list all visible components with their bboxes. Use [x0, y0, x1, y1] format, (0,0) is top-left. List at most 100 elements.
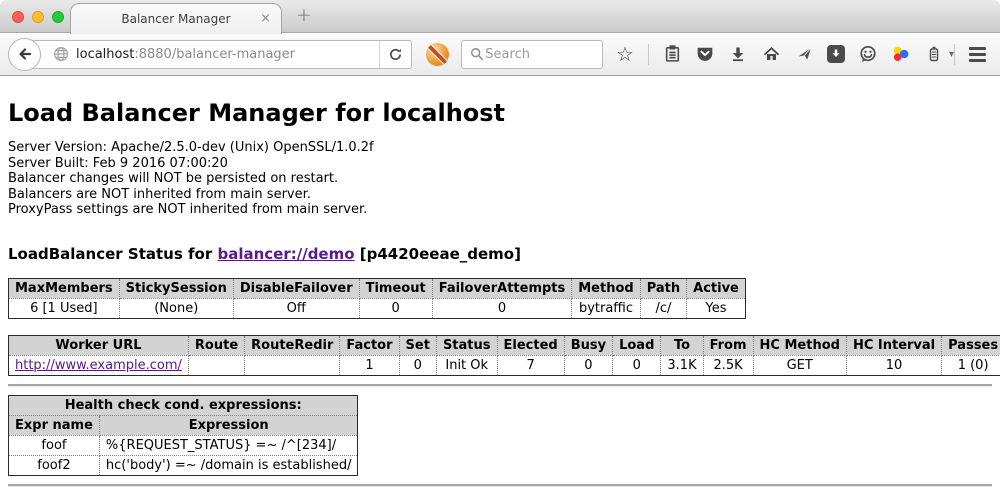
traffic-lights: [12, 11, 64, 23]
cell-timeout: 0: [359, 298, 432, 318]
cell-set: 0: [399, 355, 436, 375]
emoji-extension-icon[interactable]: [858, 44, 878, 64]
col-header: To: [661, 335, 703, 355]
col-header: RouteRedir: [245, 335, 340, 355]
battery-extension-icon[interactable]: [924, 44, 944, 64]
new-tab-button[interactable]: +: [296, 4, 312, 26]
page-content: Load Balancer Manager for localhost Serv…: [0, 76, 1000, 486]
notice-line: Balancers are NOT inherited from main se…: [8, 187, 992, 203]
cell-method: bytraffic: [572, 298, 640, 318]
cell-busy: 0: [564, 355, 612, 375]
cell-expr-name: foof2: [9, 455, 100, 475]
browser-window: Balancer Manager × + localhost:8880/bala…: [0, 0, 1000, 491]
col-header: Active: [687, 278, 746, 298]
toolbar-separator: [954, 44, 955, 65]
table-header-row: MaxMembers StickySession DisableFailover…: [9, 278, 746, 298]
flashblock-extension-button[interactable]: [426, 43, 449, 66]
search-bar[interactable]: [461, 40, 603, 69]
cell-factor: 1: [340, 355, 399, 375]
balancer-link[interactable]: balancer://demo: [217, 245, 354, 263]
cell-expression: %{REQUEST_STATUS} =~ /^[234]/: [99, 435, 358, 455]
bookmark-star-icon[interactable]: ☆: [615, 44, 635, 64]
balancer-status-heading: LoadBalancer Status for balancer://demo …: [8, 245, 992, 263]
pocket-icon[interactable]: [695, 44, 715, 64]
back-button[interactable]: [8, 38, 41, 71]
col-header: Factor: [340, 335, 399, 355]
cell-from: 2.5K: [703, 355, 753, 375]
site-identity-globe-icon[interactable]: [53, 46, 69, 62]
minimize-window-button[interactable]: [32, 11, 44, 23]
worker-url-link[interactable]: http://www.example.com/: [15, 358, 182, 373]
download-extension-icon[interactable]: [827, 45, 845, 63]
server-version-line: Server Version: Apache/2.5.0-dev (Unix) …: [8, 140, 992, 156]
server-info: Server Version: Apache/2.5.0-dev (Unix) …: [8, 140, 992, 218]
cell-expression: hc('body') =~ /domain is established/: [99, 455, 358, 475]
url-bar[interactable]: localhost:8880/balancer-manager: [24, 40, 412, 69]
zoom-window-button[interactable]: [52, 11, 64, 23]
col-header: HC Method: [753, 335, 846, 355]
back-arrow-icon: [17, 46, 33, 62]
send-plane-icon[interactable]: [794, 44, 814, 64]
col-header: Status: [436, 335, 497, 355]
col-header: Path: [640, 278, 686, 298]
horizontal-rule: [8, 484, 992, 486]
table-row: foof2 hc('body') =~ /domain is establish…: [9, 455, 358, 475]
home-icon[interactable]: [761, 44, 781, 64]
table-row: foof %{REQUEST_STATUS} =~ /^[234]/: [9, 435, 358, 455]
tab-title: Balancer Manager: [121, 12, 230, 26]
cell-path: /c/: [640, 298, 686, 318]
col-header: From: [703, 335, 753, 355]
col-header: Timeout: [359, 278, 432, 298]
col-header: DisableFailover: [233, 278, 359, 298]
notice-line: ProxyPass settings are NOT inherited fro…: [8, 202, 992, 218]
balancer-settings-table: MaxMembers StickySession DisableFailover…: [8, 278, 746, 319]
col-header: Passes: [942, 335, 1000, 355]
cell-hc-interval: 10: [846, 355, 941, 375]
titlebar: Balancer Manager × +: [0, 0, 1000, 33]
cell-active: Yes: [687, 298, 746, 318]
cell-expr-name: foof: [9, 435, 100, 455]
col-header: Busy: [564, 335, 612, 355]
cell-passes: 1 (0): [942, 355, 1000, 375]
notice-line: Balancer changes will NOT be persisted o…: [8, 171, 992, 187]
table-row: 6 [1 Used] (None) Off 0 0 bytraffic /c/ …: [9, 298, 746, 318]
toolbar-icons: ☆: [615, 44, 954, 65]
navigation-toolbar: localhost:8880/balancer-manager ☆: [0, 33, 1000, 76]
table-title-row: Health check cond. expressions:: [9, 395, 358, 415]
search-icon: [468, 44, 485, 64]
col-header: Expr name: [9, 415, 100, 435]
close-window-button[interactable]: [12, 11, 24, 23]
menu-button[interactable]: [969, 47, 986, 62]
cell-routeredir: [245, 355, 340, 375]
cell-load: 0: [613, 355, 661, 375]
bookmarks-menu-icon[interactable]: [662, 44, 682, 64]
table-header-row: Expr name Expression: [9, 415, 358, 435]
col-header: FailoverAttempts: [432, 278, 572, 298]
video-downloadhelper-icon[interactable]: [891, 44, 911, 64]
cell-stickysession: (None): [119, 298, 233, 318]
col-header: Expression: [99, 415, 358, 435]
table-header-row: Worker URL Route RouteRedir Factor Set S…: [9, 335, 1000, 355]
col-header: StickySession: [119, 278, 233, 298]
cell-to: 3.1K: [661, 355, 703, 375]
cell-elected: 7: [497, 355, 564, 375]
cell-maxmembers: 6 [1 Used]: [9, 298, 120, 318]
col-header: Load: [613, 335, 661, 355]
health-table-title: Health check cond. expressions:: [9, 395, 358, 415]
downloads-icon[interactable]: [728, 44, 748, 64]
col-header: Set: [399, 335, 436, 355]
col-header: MaxMembers: [9, 278, 120, 298]
cell-hc-method: GET: [753, 355, 846, 375]
flashblock-icon: [426, 43, 449, 66]
col-header: Elected: [497, 335, 564, 355]
reload-button[interactable]: [379, 41, 411, 68]
col-header: Method: [572, 278, 640, 298]
page-title: Load Balancer Manager for localhost: [8, 76, 992, 127]
url-path: :8880/balancer-manager: [134, 47, 295, 62]
browser-tab[interactable]: Balancer Manager ×: [70, 3, 282, 34]
search-input[interactable]: [485, 47, 596, 62]
url-domain: localhost: [76, 47, 134, 62]
horizontal-rule: [8, 384, 992, 386]
tab-close-icon[interactable]: ×: [260, 11, 271, 26]
cell-failoverattempts: 0: [432, 298, 572, 318]
